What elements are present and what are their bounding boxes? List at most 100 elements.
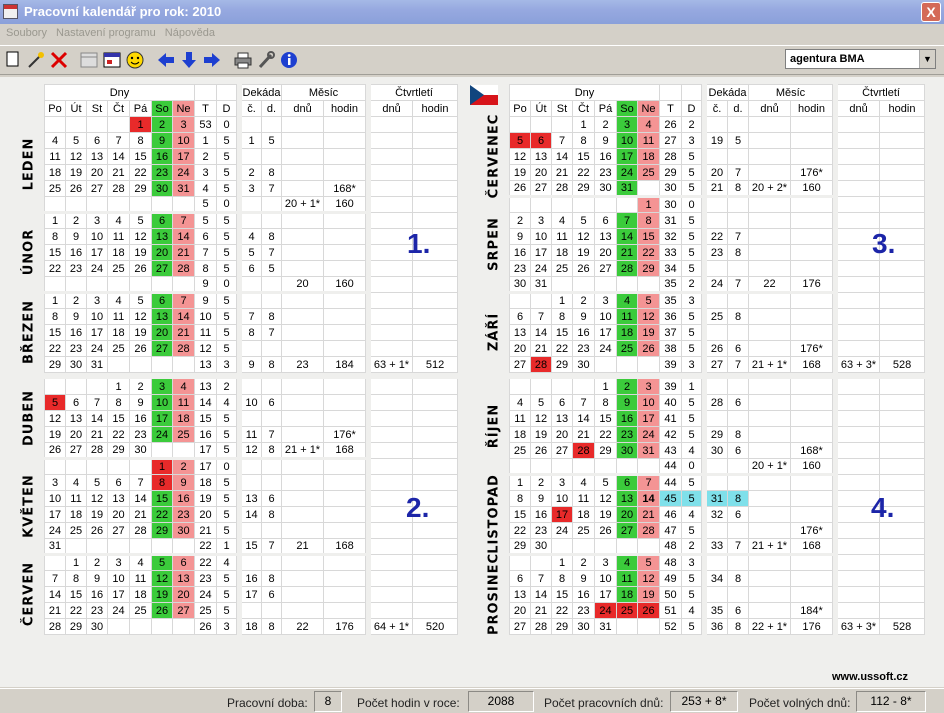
day-cell[interactable]: 17 bbox=[44, 506, 66, 523]
day-cell[interactable]: 13 bbox=[107, 490, 130, 507]
day-cell[interactable]: 26 bbox=[44, 442, 66, 460]
day-cell[interactable]: 12 bbox=[530, 410, 552, 427]
day-cell[interactable]: 27 bbox=[172, 602, 195, 619]
day-cell[interactable]: 16 bbox=[509, 244, 531, 261]
day-cell[interactable]: 16 bbox=[530, 506, 552, 523]
day-cell[interactable]: 23 bbox=[509, 260, 531, 277]
day-cell[interactable]: 3 bbox=[594, 292, 617, 309]
day-cell[interactable]: 18 bbox=[107, 244, 130, 261]
day-cell[interactable]: 14 bbox=[530, 586, 552, 603]
day-cell[interactable]: 9 bbox=[530, 490, 552, 507]
day-cell[interactable]: 12 bbox=[65, 148, 87, 165]
day-cell[interactable]: 21 bbox=[129, 506, 152, 523]
day-cell[interactable]: 1 bbox=[65, 554, 87, 571]
day-cell[interactable]: 26 bbox=[65, 180, 87, 197]
day-cell[interactable]: 6 bbox=[509, 570, 531, 587]
day-cell[interactable]: 7 bbox=[530, 570, 552, 587]
day-cell[interactable]: 16 bbox=[572, 586, 595, 603]
day-cell[interactable]: 7 bbox=[86, 394, 108, 411]
day-cell[interactable]: 25 bbox=[551, 260, 573, 277]
day-cell[interactable]: 16 bbox=[86, 586, 108, 603]
day-cell[interactable]: 31 bbox=[44, 538, 66, 556]
day-cell[interactable]: 9 bbox=[129, 394, 152, 411]
day-cell[interactable]: 8 bbox=[129, 132, 152, 149]
day-cell[interactable]: 29 bbox=[107, 442, 130, 460]
day-cell[interactable]: 3 bbox=[637, 378, 660, 395]
day-cell[interactable]: 25 bbox=[44, 180, 66, 197]
day-cell[interactable]: 8 bbox=[594, 394, 617, 411]
day-cell[interactable]: 11 bbox=[129, 570, 152, 587]
day-cell[interactable]: 19 bbox=[151, 586, 173, 603]
day-cell[interactable]: 10 bbox=[551, 490, 573, 507]
day-cell[interactable]: 26 bbox=[151, 602, 173, 619]
day-cell[interactable]: 8 bbox=[65, 570, 87, 587]
day-cell[interactable]: 29 bbox=[551, 618, 573, 635]
day-cell[interactable]: 17 bbox=[637, 410, 660, 427]
day-cell[interactable]: 22 bbox=[65, 602, 87, 619]
day-cell[interactable]: 17 bbox=[151, 410, 173, 427]
day-cell[interactable]: 30 bbox=[86, 618, 108, 635]
day-cell[interactable]: 22 bbox=[44, 260, 66, 277]
day-cell[interactable]: 1 bbox=[107, 378, 130, 395]
day-cell[interactable]: 4 bbox=[172, 378, 195, 395]
day-cell[interactable]: 15 bbox=[509, 506, 531, 523]
wand-icon[interactable] bbox=[25, 50, 47, 72]
day-cell[interactable]: 3 bbox=[616, 116, 638, 133]
day-cell[interactable]: 13 bbox=[65, 410, 87, 427]
day-cell[interactable]: 16 bbox=[594, 148, 617, 165]
day-cell[interactable]: 19 bbox=[44, 426, 66, 443]
day-cell[interactable]: 2 bbox=[86, 554, 108, 571]
day-cell[interactable]: 20 bbox=[86, 164, 108, 181]
menu-napoveda[interactable]: Nápověda bbox=[159, 24, 215, 39]
day-cell[interactable]: 20 bbox=[509, 340, 531, 357]
window-icon[interactable] bbox=[101, 50, 123, 72]
day-cell[interactable]: 8 bbox=[44, 228, 66, 245]
day-cell[interactable]: 21 bbox=[572, 426, 595, 443]
day-cell[interactable]: 4 bbox=[616, 292, 638, 309]
day-cell[interactable]: 12 bbox=[129, 308, 152, 325]
agency-select[interactable]: agentura BMA ▼ bbox=[785, 49, 936, 69]
day-cell[interactable]: 23 bbox=[572, 602, 595, 619]
day-cell[interactable]: 30 bbox=[509, 276, 531, 294]
day-cell[interactable]: 28 bbox=[44, 618, 66, 635]
day-cell[interactable]: 11 bbox=[551, 228, 573, 245]
day-cell[interactable]: 11 bbox=[616, 308, 638, 325]
day-cell[interactable]: 30 bbox=[65, 356, 87, 373]
day-cell[interactable]: 4 bbox=[44, 132, 66, 149]
day-cell[interactable]: 8 bbox=[637, 212, 660, 229]
day-cell[interactable]: 10 bbox=[86, 228, 108, 245]
day-cell[interactable]: 28 bbox=[616, 260, 638, 277]
day-cell[interactable]: 7 bbox=[129, 474, 152, 491]
day-cell[interactable]: 28 bbox=[107, 180, 130, 197]
day-cell[interactable]: 19 bbox=[637, 324, 660, 341]
day-cell[interactable]: 4 bbox=[616, 554, 638, 571]
day-cell[interactable]: 23 bbox=[616, 426, 638, 443]
day-cell[interactable]: 16 bbox=[172, 490, 195, 507]
day-cell[interactable]: 3 bbox=[44, 474, 66, 491]
day-cell[interactable]: 15 bbox=[129, 148, 152, 165]
day-cell[interactable]: 25 bbox=[65, 522, 87, 539]
day-cell[interactable]: 29 bbox=[572, 180, 595, 198]
day-cell[interactable]: 22 bbox=[551, 340, 573, 357]
day-cell[interactable]: 19 bbox=[509, 164, 531, 181]
day-cell[interactable]: 12 bbox=[151, 570, 173, 587]
day-cell[interactable]: 4 bbox=[551, 212, 573, 229]
day-cell[interactable]: 21 bbox=[44, 602, 66, 619]
day-cell[interactable]: 13 bbox=[616, 490, 638, 507]
day-cell[interactable]: 4 bbox=[65, 474, 87, 491]
day-cell[interactable]: 10 bbox=[172, 132, 195, 149]
day-cell[interactable]: 17 bbox=[86, 244, 108, 261]
day-cell[interactable]: 23 bbox=[530, 522, 552, 539]
day-cell[interactable]: 19 bbox=[637, 586, 660, 603]
day-cell[interactable]: 29 bbox=[65, 618, 87, 635]
day-cell[interactable]: 5 bbox=[572, 212, 595, 229]
day-cell[interactable]: 18 bbox=[551, 244, 573, 261]
day-cell[interactable]: 5 bbox=[530, 394, 552, 411]
day-cell[interactable]: 30 bbox=[572, 356, 595, 373]
day-cell[interactable]: 8 bbox=[151, 474, 173, 491]
day-cell[interactable]: 2 bbox=[65, 292, 87, 309]
day-cell[interactable]: 20 bbox=[172, 586, 195, 603]
day-cell[interactable]: 14 bbox=[172, 228, 195, 245]
day-cell[interactable]: 11 bbox=[107, 228, 130, 245]
day-cell[interactable]: 25 bbox=[107, 260, 130, 277]
